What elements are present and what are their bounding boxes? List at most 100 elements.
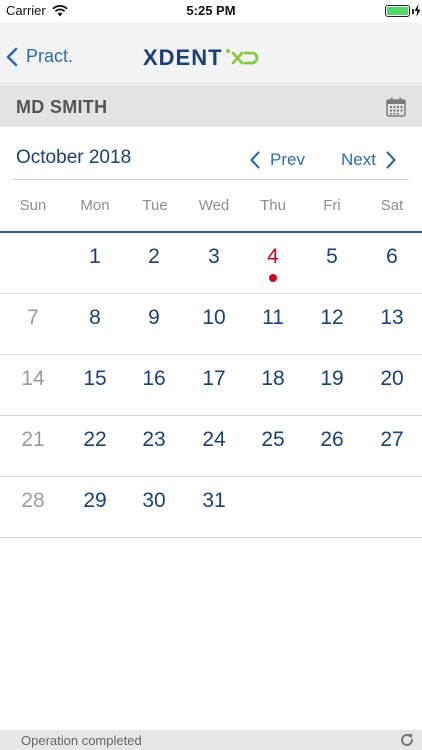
xdent-logo: XDENT <box>143 45 263 71</box>
day-number: 22 <box>83 428 107 451</box>
calendar-grid: 1 2 3 4 5 6 7 8 9 10 11 12 13 14 15 16 1… <box>0 233 422 538</box>
logo-mark-icon <box>225 49 258 65</box>
day-cell <box>5 233 61 293</box>
day-cell[interactable]: 14 <box>5 355 61 415</box>
day-cell[interactable]: 29 <box>67 477 123 537</box>
day-cell[interactable]: 17 <box>186 355 242 415</box>
day-cell[interactable]: 16 <box>126 355 182 415</box>
day-number: 28 <box>21 489 45 512</box>
day-number: 29 <box>83 489 107 512</box>
day-cell <box>245 477 301 537</box>
day-cell[interactable]: 26 <box>304 416 360 476</box>
weekday-label: Sun <box>19 197 47 214</box>
day-number: 21 <box>21 428 45 451</box>
weekday-label: Tue <box>142 197 168 214</box>
month-divider <box>13 179 409 180</box>
week-row: 1 2 3 4 5 6 <box>0 233 422 294</box>
day-cell[interactable]: 31 <box>186 477 242 537</box>
day-cell <box>364 477 420 537</box>
weekday-label: Fri <box>323 197 341 214</box>
prev-month-button[interactable]: Prev <box>250 150 305 170</box>
day-cell[interactable]: 8 <box>67 294 123 354</box>
chevron-left-icon <box>250 151 260 169</box>
week-row: 21 22 23 24 25 26 27 <box>0 416 422 477</box>
day-cell[interactable]: 11 <box>245 294 301 354</box>
day-cell[interactable]: 30 <box>126 477 182 537</box>
day-number: 13 <box>380 306 404 329</box>
day-cell[interactable]: 15 <box>67 355 123 415</box>
day-number: 24 <box>202 428 226 451</box>
clock: 5:25 PM <box>186 3 236 18</box>
day-number: 15 <box>83 367 107 390</box>
day-cell[interactable]: 25 <box>245 416 301 476</box>
day-number: 1 <box>89 245 101 268</box>
day-cell[interactable]: 21 <box>5 416 61 476</box>
day-number: 16 <box>142 367 166 390</box>
day-number: 23 <box>142 428 166 451</box>
bottom-status-bar: Operation completed <box>0 730 422 750</box>
day-number: 17 <box>202 367 226 390</box>
day-cell[interactable]: 18 <box>245 355 301 415</box>
week-row: 28 29 30 31 <box>0 477 422 538</box>
day-cell[interactable]: 9 <box>126 294 182 354</box>
calendar-icon[interactable] <box>386 97 406 117</box>
weekday-header-row: Sun Mon Tue Wed Thu Fri Sat <box>0 197 422 217</box>
day-number: 27 <box>380 428 404 451</box>
practitioner-bar: MD SMITH <box>0 85 422 127</box>
day-number: 7 <box>27 306 39 329</box>
day-number: 2 <box>148 245 160 268</box>
refresh-icon[interactable] <box>399 732 415 748</box>
practitioner-name: MD SMITH <box>16 97 108 117</box>
day-number: 6 <box>386 245 398 268</box>
chevron-left-icon <box>6 47 18 66</box>
day-cell[interactable]: 27 <box>364 416 420 476</box>
chevron-right-icon <box>386 151 396 169</box>
day-number: 3 <box>208 245 220 268</box>
day-number: 31 <box>202 489 226 512</box>
status-bar: Carrier 5:25 PM <box>0 0 422 22</box>
back-button[interactable]: Pract. <box>6 46 73 67</box>
day-number: 19 <box>320 367 344 390</box>
day-cell[interactable]: 2 <box>126 233 182 293</box>
prev-month-label: Prev <box>270 150 305 169</box>
day-cell[interactable]: 1 <box>67 233 123 293</box>
day-cell[interactable]: 5 <box>304 233 360 293</box>
day-cell[interactable]: 7 <box>5 294 61 354</box>
week-row: 14 15 16 17 18 19 20 <box>0 355 422 416</box>
day-cell[interactable]: 20 <box>364 355 420 415</box>
day-number: 5 <box>326 245 338 268</box>
day-cell[interactable]: 23 <box>126 416 182 476</box>
weekday-label: Wed <box>198 197 230 214</box>
battery-icon <box>385 5 410 17</box>
charging-bolt-icon <box>414 4 421 17</box>
day-cell[interactable]: 3 <box>186 233 242 293</box>
day-cell[interactable]: 10 <box>186 294 242 354</box>
day-number: 10 <box>202 306 226 329</box>
day-cell[interactable]: 12 <box>304 294 360 354</box>
day-number: 8 <box>89 306 101 329</box>
next-month-button[interactable]: Next <box>341 150 396 170</box>
nav-bar: Pract. XDENT <box>0 22 422 84</box>
month-title: October 2018 <box>16 147 132 168</box>
day-cell[interactable]: 13 <box>364 294 420 354</box>
day-cell[interactable]: 19 <box>304 355 360 415</box>
day-cell[interactable]: 28 <box>5 477 61 537</box>
day-number-today: 4 <box>267 245 279 268</box>
battery-fill <box>387 7 408 15</box>
weekday-label: Thu <box>260 197 286 214</box>
day-number: 18 <box>261 367 285 390</box>
week-row: 7 8 9 10 11 12 13 <box>0 294 422 355</box>
day-cell-today[interactable]: 4 <box>245 233 301 293</box>
day-number: 30 <box>142 489 166 512</box>
day-number: 25 <box>261 428 285 451</box>
logo-text: XDENT <box>143 45 223 70</box>
day-number: 20 <box>380 367 404 390</box>
status-message: Operation completed <box>21 733 142 748</box>
weekday-label: Sat <box>380 197 404 214</box>
today-indicator-dot <box>269 274 277 282</box>
day-cell[interactable]: 22 <box>67 416 123 476</box>
day-cell[interactable]: 24 <box>186 416 242 476</box>
day-cell <box>304 477 360 537</box>
day-cell[interactable]: 6 <box>364 233 420 293</box>
next-month-label: Next <box>341 150 376 169</box>
